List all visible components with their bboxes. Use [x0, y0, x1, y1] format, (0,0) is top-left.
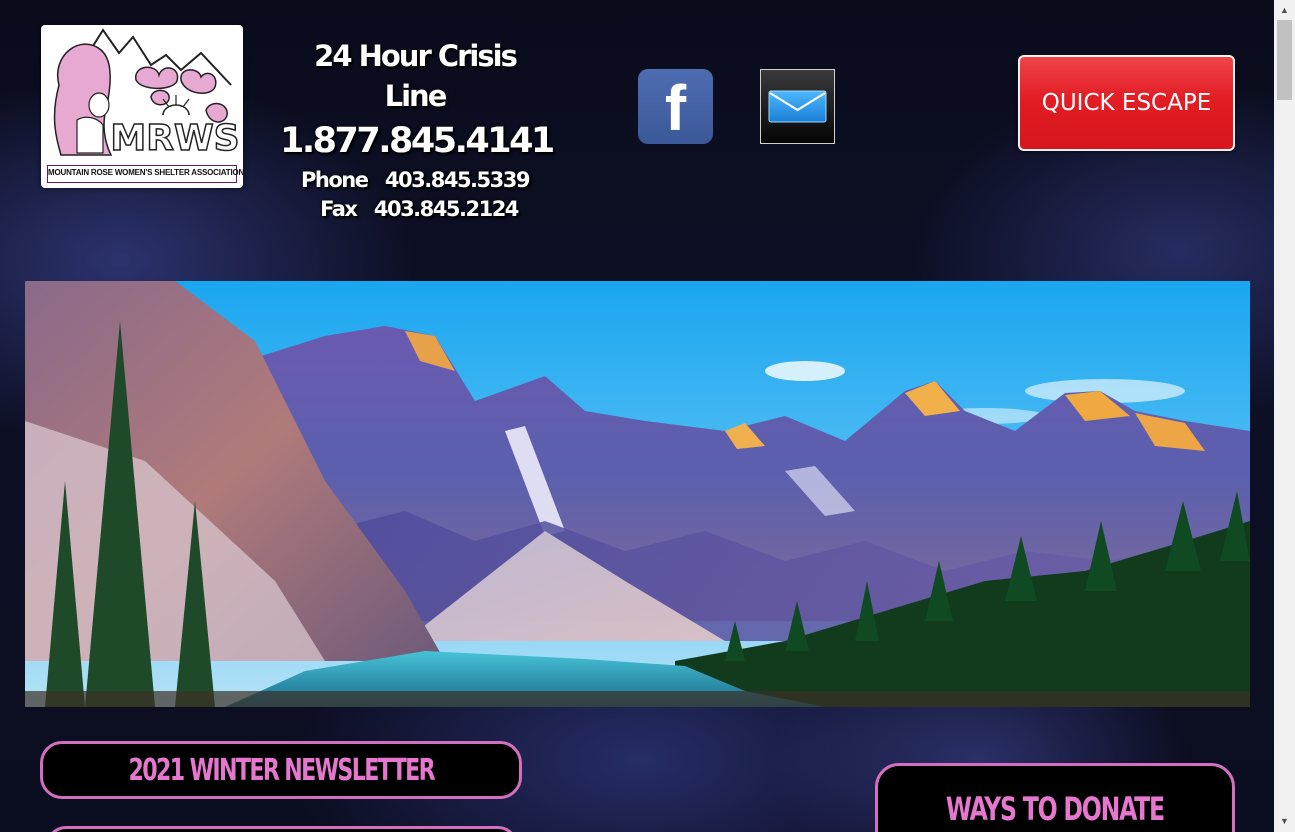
ways-to-donate-label: WAYS TO DONATE — [946, 790, 1165, 828]
hero-landscape-graphic — [25, 281, 1250, 707]
vertical-scrollbar[interactable]: ▲ ▼ — [1274, 0, 1295, 832]
logo-graphic: MRWS — [53, 28, 240, 160]
facebook-icon[interactable]: f — [638, 69, 713, 144]
svg-text:MRWS: MRWS — [110, 118, 239, 159]
crisis-line-number[interactable]: 1.877.845.4141 — [280, 116, 555, 166]
crisis-line-block: 24 Hour Crisis Line 1.877.845.4141 Phone… — [280, 36, 555, 224]
phone-number[interactable]: Phone 403.845.5339 — [280, 166, 550, 195]
facebook-letter: f — [664, 72, 687, 144]
scroll-down-arrow-icon[interactable]: ▼ — [1274, 813, 1295, 830]
fax-number: Fax 403.845.2124 — [320, 197, 519, 221]
winter-newsletter-button[interactable]: 2021 WINTER NEWSLETTER — [40, 741, 522, 799]
second-link-button[interactable] — [46, 826, 518, 832]
scroll-up-arrow-icon[interactable]: ▲ — [1274, 2, 1295, 19]
winter-newsletter-label: 2021 WINTER NEWSLETTER — [128, 753, 435, 788]
mrws-logo[interactable]: MRWS MOUNTAIN ROSE WOMEN'S SHELTER ASSOC… — [41, 25, 243, 188]
hero-mountain-image — [25, 281, 1250, 707]
ways-to-donate-button[interactable]: WAYS TO DONATE — [875, 763, 1235, 832]
quick-escape-button[interactable]: QUICK ESCAPE — [1018, 55, 1235, 151]
page: MRWS MOUNTAIN ROSE WOMEN'S SHELTER ASSOC… — [0, 0, 1274, 832]
logo-org-name: MOUNTAIN ROSE WOMEN'S SHELTER ASSOCIATIO… — [47, 165, 243, 183]
envelope-icon — [768, 90, 827, 123]
email-button[interactable] — [760, 69, 835, 144]
crisis-line-title: 24 Hour Crisis Line — [314, 39, 518, 113]
scrollbar-thumb[interactable] — [1277, 20, 1292, 100]
